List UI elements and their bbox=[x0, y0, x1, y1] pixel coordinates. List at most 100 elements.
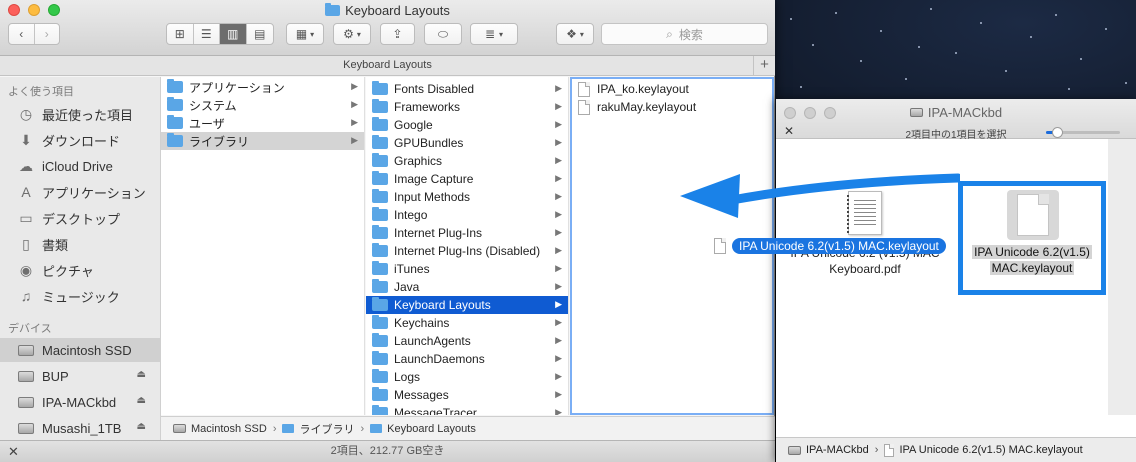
sidebar-item-recents[interactable]: ◷ 最近使った項目 bbox=[0, 102, 160, 126]
document-icon bbox=[578, 99, 590, 115]
sidebar-item-documents[interactable]: ▯ 書類 bbox=[0, 232, 160, 256]
sidebar-item-desktop[interactable]: ▭ デスクトップ bbox=[0, 206, 160, 230]
path-item-ipa-mackbd[interactable]: IPA-MACkbd bbox=[806, 444, 869, 456]
list-item[interactable]: システム ▶ bbox=[161, 96, 364, 114]
list-item[interactable]: LaunchAgents ▶ bbox=[366, 332, 568, 350]
list-item-selected[interactable]: Keyboard Layouts ▶ bbox=[366, 296, 568, 314]
sidebar-item-pictures[interactable]: ◉ ピクチャ bbox=[0, 258, 160, 282]
tag-button[interactable]: ⬭ bbox=[424, 23, 462, 45]
folder-icon bbox=[372, 369, 388, 383]
action-button[interactable]: ⚙ ▾ bbox=[333, 23, 371, 45]
arrange-button[interactable]: ▦ ▾ bbox=[286, 23, 324, 45]
dragged-file[interactable]: IPA Unicode 6.2(v1.5) MAC.keylayout bbox=[714, 238, 946, 254]
external-disk-icon bbox=[18, 422, 34, 434]
path-item-keylayout[interactable]: IPA Unicode 6.2(v1.5) MAC.keylayout bbox=[899, 444, 1082, 456]
list-item[interactable]: Intego ▶ bbox=[366, 206, 568, 224]
chevron-right-icon: › bbox=[360, 422, 365, 435]
gallery-view-button[interactable]: ▤ bbox=[247, 24, 273, 44]
forward-button[interactable]: › bbox=[35, 24, 60, 44]
chevron-right-icon: ▶ bbox=[555, 317, 562, 327]
list-item[interactable]: Input Methods ▶ bbox=[366, 188, 568, 206]
sidebar-item-bup[interactable]: BUP ⏏ bbox=[0, 364, 160, 388]
new-tab-button[interactable]: + bbox=[753, 56, 775, 75]
dropbox-icon: ❖ bbox=[566, 27, 577, 41]
list-item[interactable]: Image Capture ▶ bbox=[366, 170, 568, 188]
path-bar: Macintosh SSD › ライブラリ › Keyboard Layouts bbox=[161, 416, 775, 440]
scroll-area bbox=[1108, 139, 1136, 415]
sidebar-item-downloads[interactable]: ⬇ ダウンロード bbox=[0, 128, 160, 152]
dropbox-button[interactable]: ❖ ▾ bbox=[556, 23, 594, 45]
share-button[interactable]: ⇪ bbox=[380, 23, 415, 45]
sidebar-item-applications[interactable]: A アプリケーション bbox=[0, 180, 160, 204]
list-item[interactable]: Internet Plug-Ins ▶ bbox=[366, 224, 568, 242]
column-view-button[interactable]: ▥ bbox=[220, 24, 247, 44]
chevron-right-icon: ▶ bbox=[555, 227, 562, 237]
list-item[interactable]: ライブラリ ▶ bbox=[161, 132, 364, 150]
list-item[interactable]: Keychains ▶ bbox=[366, 314, 568, 332]
search-field[interactable]: ⌕ 検索 bbox=[601, 23, 768, 45]
list-item[interactable]: iTunes ▶ bbox=[366, 260, 568, 278]
column-library: Fonts Disabled ▶ Frameworks ▶ Google ▶ GPUB… bbox=[366, 77, 569, 415]
close-sidebar-icon[interactable]: ✕ bbox=[8, 441, 19, 462]
back-button[interactable]: ‹ bbox=[9, 24, 35, 44]
tab-keyboard-layouts[interactable]: Keyboard Layouts bbox=[343, 59, 432, 71]
selected-file-label[interactable]: IPA Unicode 6.2(v1.5) MAC.keylayout bbox=[967, 244, 1097, 276]
applications-folder-icon bbox=[167, 79, 183, 93]
list-item[interactable]: Fonts Disabled ▶ bbox=[366, 80, 568, 98]
path-item-macintosh-ssd[interactable]: Macintosh SSD bbox=[191, 423, 267, 435]
chevron-down-icon: ▾ bbox=[579, 29, 584, 39]
sidebar-item-ipa-mackbd[interactable]: IPA-MACkbd ⏏ bbox=[0, 390, 160, 414]
file-item[interactable]: IPA_ko.keylayout bbox=[572, 80, 772, 98]
path-bar: IPA-MACkbd › IPA Unicode 6.2(v1.5) MAC.k… bbox=[776, 437, 1136, 462]
list-view-button[interactable]: ☰ bbox=[194, 24, 220, 44]
list-item[interactable]: Messages ▶ bbox=[366, 386, 568, 404]
chevron-right-icon: ▶ bbox=[555, 335, 562, 345]
list-item[interactable]: Logs ▶ bbox=[366, 368, 568, 386]
list-item[interactable]: ユーザ ▶ bbox=[161, 114, 364, 132]
chevron-right-icon: › bbox=[874, 444, 879, 456]
path-item-library[interactable]: ライブラリ bbox=[299, 421, 354, 437]
list-item[interactable]: MessageTracer ▶ bbox=[366, 404, 568, 415]
file-item[interactable]: rakuMay.keylayout bbox=[572, 98, 772, 116]
desktop-icon: ▭ bbox=[19, 210, 33, 226]
list-item[interactable]: Graphics ▶ bbox=[366, 152, 568, 170]
folder-icon bbox=[372, 225, 388, 239]
folder-icon bbox=[372, 261, 388, 275]
chevron-right-icon: ▶ bbox=[351, 81, 358, 91]
document-icon bbox=[578, 81, 590, 97]
folder-icon bbox=[372, 351, 388, 365]
chevron-right-icon: ▶ bbox=[555, 191, 562, 201]
chevron-down-icon: ▾ bbox=[499, 29, 504, 39]
list-item[interactable]: Frameworks ▶ bbox=[366, 98, 568, 116]
eject-icon[interactable]: ⏏ bbox=[137, 369, 146, 380]
arrange-by-button[interactable]: ≣ ▾ bbox=[470, 23, 518, 45]
icon-size-slider[interactable] bbox=[1046, 127, 1120, 138]
icon-view-button[interactable]: ⊞ bbox=[167, 24, 194, 44]
sidebar-item-macintosh-ssd[interactable]: Macintosh SSD bbox=[0, 338, 160, 362]
eject-icon[interactable]: ⏏ bbox=[137, 421, 146, 432]
sidebar-item-musashi[interactable]: Musashi_1TB ⏏ bbox=[0, 416, 160, 440]
list-item[interactable]: Internet Plug-Ins (Disabled) ▶ bbox=[366, 242, 568, 260]
users-folder-icon bbox=[167, 115, 183, 129]
chevron-down-icon: ▾ bbox=[310, 29, 315, 39]
folder-icon bbox=[372, 117, 388, 131]
status-text: 2項目、212.77 GB空き bbox=[330, 445, 445, 457]
list-item[interactable]: GPUBundles ▶ bbox=[366, 134, 568, 152]
list-item[interactable]: Java ▶ bbox=[366, 278, 568, 296]
chevron-right-icon: ▶ bbox=[555, 155, 562, 165]
window-title: Keyboard Layouts bbox=[0, 3, 775, 18]
list-item[interactable]: LaunchDaemons ▶ bbox=[366, 350, 568, 368]
titlebar: IPA-MACkbd ✕ 2項目中の1項目を選択 bbox=[776, 99, 1136, 141]
clock-icon: ◷ bbox=[19, 106, 33, 122]
sidebar-item-music[interactable]: ♫ ミュージック bbox=[0, 284, 160, 308]
chevron-right-icon: › bbox=[272, 422, 277, 435]
list-item[interactable]: アプリケーション ▶ bbox=[161, 78, 364, 96]
chevron-right-icon: ▶ bbox=[555, 245, 562, 255]
music-icon: ♫ bbox=[20, 288, 32, 304]
path-item-keyboard-layouts[interactable]: Keyboard Layouts bbox=[387, 423, 476, 435]
selected-file-icon-bg[interactable] bbox=[1007, 190, 1059, 240]
highlight-box: IPA Unicode 6.2(v1.5) MAC.keylayout bbox=[958, 181, 1106, 295]
sidebar-item-icloud[interactable]: ☁ iCloud Drive bbox=[0, 154, 160, 178]
eject-icon[interactable]: ⏏ bbox=[137, 395, 146, 406]
list-item[interactable]: Google ▶ bbox=[366, 116, 568, 134]
